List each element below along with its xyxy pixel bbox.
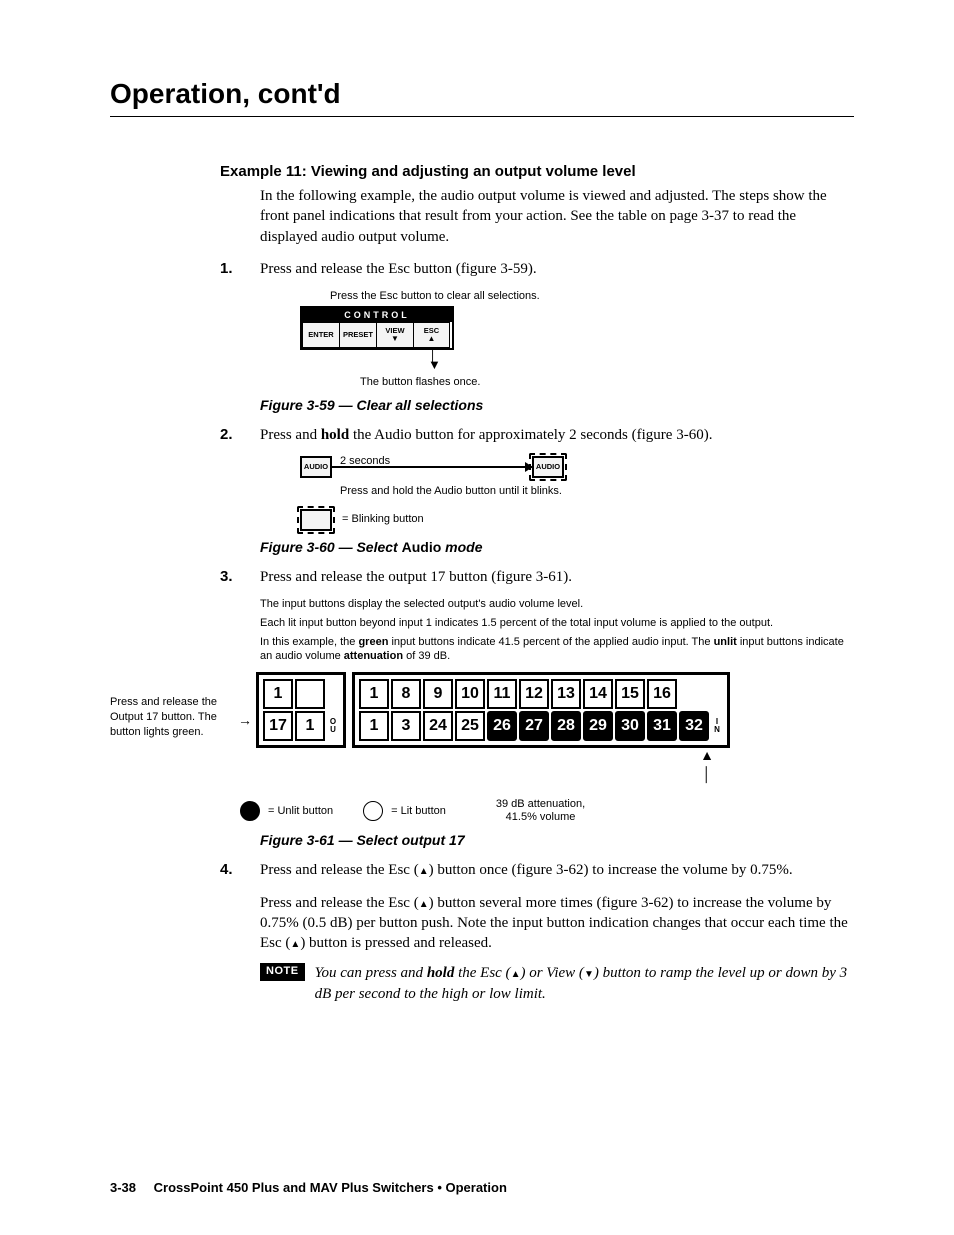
step-2: 2. Press and hold the Audio button for a…	[220, 425, 854, 445]
fig61-legend: = Unlit button = Lit button 39 dB attenu…	[240, 798, 854, 824]
up-triangle-icon	[511, 965, 521, 981]
fig59-btn-esc: ESC▲	[413, 322, 450, 348]
fig61-left-grid: 1 17 1 OU	[256, 672, 346, 748]
page-number: 3-38	[110, 1180, 136, 1195]
up-triangle-icon	[290, 935, 300, 951]
footer-text: CrossPoint 450 Plus and MAV Plus Switche…	[154, 1180, 507, 1195]
fig59-panel-title: CONTROL	[302, 308, 452, 322]
title-rule	[110, 116, 854, 117]
step-3-num: 3.	[220, 567, 260, 587]
down-triangle-icon	[584, 965, 594, 981]
fig59-panel: CONTROL ENTER PRESET VIEW▼ ESC▲	[300, 306, 454, 350]
fig59-btn-enter: ENTER	[302, 322, 339, 348]
fig59-top-label: Press the Esc button to clear all select…	[330, 289, 854, 304]
fig60-arrow-icon	[332, 466, 532, 468]
step-3: 3. Press and release the output 17 butto…	[220, 567, 854, 587]
note-text: You can press and hold the Esc () or Vie…	[315, 963, 854, 1004]
chapter-title: Operation, cont'd	[110, 78, 854, 110]
step-1-num: 1.	[220, 259, 260, 279]
note-badge: NOTE	[260, 963, 305, 981]
step-1: 1. Press and release the Esc button (fig…	[220, 259, 854, 279]
fig59-bottom-label: The button flashes once.	[360, 375, 854, 390]
step-4-num: 4.	[220, 860, 260, 953]
fig60-caption: Figure 3-60 — Select Audio mode	[260, 539, 854, 555]
up-triangle-icon: ▲	[428, 335, 436, 343]
example-intro: In the following example, the audio outp…	[260, 186, 854, 247]
fig61-side-arrow-icon: →	[238, 714, 252, 730]
unlit-dot-icon	[240, 801, 260, 821]
figure-3-61: The input buttons display the selected o…	[110, 597, 854, 825]
figure-3-59: Press the Esc button to clear all select…	[300, 289, 854, 389]
up-triangle-icon	[419, 862, 429, 878]
fig60-below-label: Press and hold the Audio button until it…	[340, 484, 854, 499]
fig59-btn-view: VIEW▼	[376, 322, 413, 348]
fig61-explain: The input buttons display the selected o…	[260, 597, 854, 664]
step-2-text: Press and hold the Audio button for appr…	[260, 425, 854, 445]
up-triangle-icon	[419, 895, 429, 911]
step-4-text: Press and release the Esc () button once…	[260, 860, 854, 953]
figure-3-60: AUDIO 2 seconds AUDIO Press and hold the…	[300, 456, 854, 531]
fig59-caption: Figure 3-59 — Clear all selections	[260, 397, 854, 413]
fig60-audio-btn-right: AUDIO	[532, 456, 564, 478]
step-4: 4. Press and release the Esc () button o…	[220, 860, 854, 953]
page-footer: 3-38 CrossPoint 450 Plus and MAV Plus Sw…	[110, 1180, 507, 1195]
fig60-legend-text: = Blinking button	[342, 512, 424, 527]
step-1-text: Press and release the Esc button (figure…	[260, 259, 854, 279]
fig60-legend-blink	[300, 509, 332, 531]
fig59-btn-preset: PRESET	[339, 322, 376, 348]
fig60-audio-btn-left: AUDIO	[300, 456, 332, 478]
step-3-text: Press and release the output 17 button (…	[260, 567, 854, 587]
down-triangle-icon: ▼	[391, 335, 399, 343]
fig61-up-arrow-icon: ▲│	[560, 746, 854, 784]
step-2-num: 2.	[220, 425, 260, 445]
fig61-right-grid: 1 8 9 10 11 12 13 14 15 16 1 3 24 25 26	[352, 672, 730, 748]
note: NOTE You can press and hold the Esc () o…	[260, 963, 854, 1004]
fig61-caption: Figure 3-61 — Select output 17	[260, 832, 854, 848]
fig59-arrow-icon: │▼	[428, 350, 854, 371]
example-heading: Example 11: Viewing and adjusting an out…	[220, 163, 854, 180]
fig61-attenuation-label: 39 dB attenuation,41.5% volume	[496, 798, 585, 824]
fig61-side-label: Press and release the Output 17 button. …	[110, 695, 230, 740]
lit-dot-icon	[363, 801, 383, 821]
